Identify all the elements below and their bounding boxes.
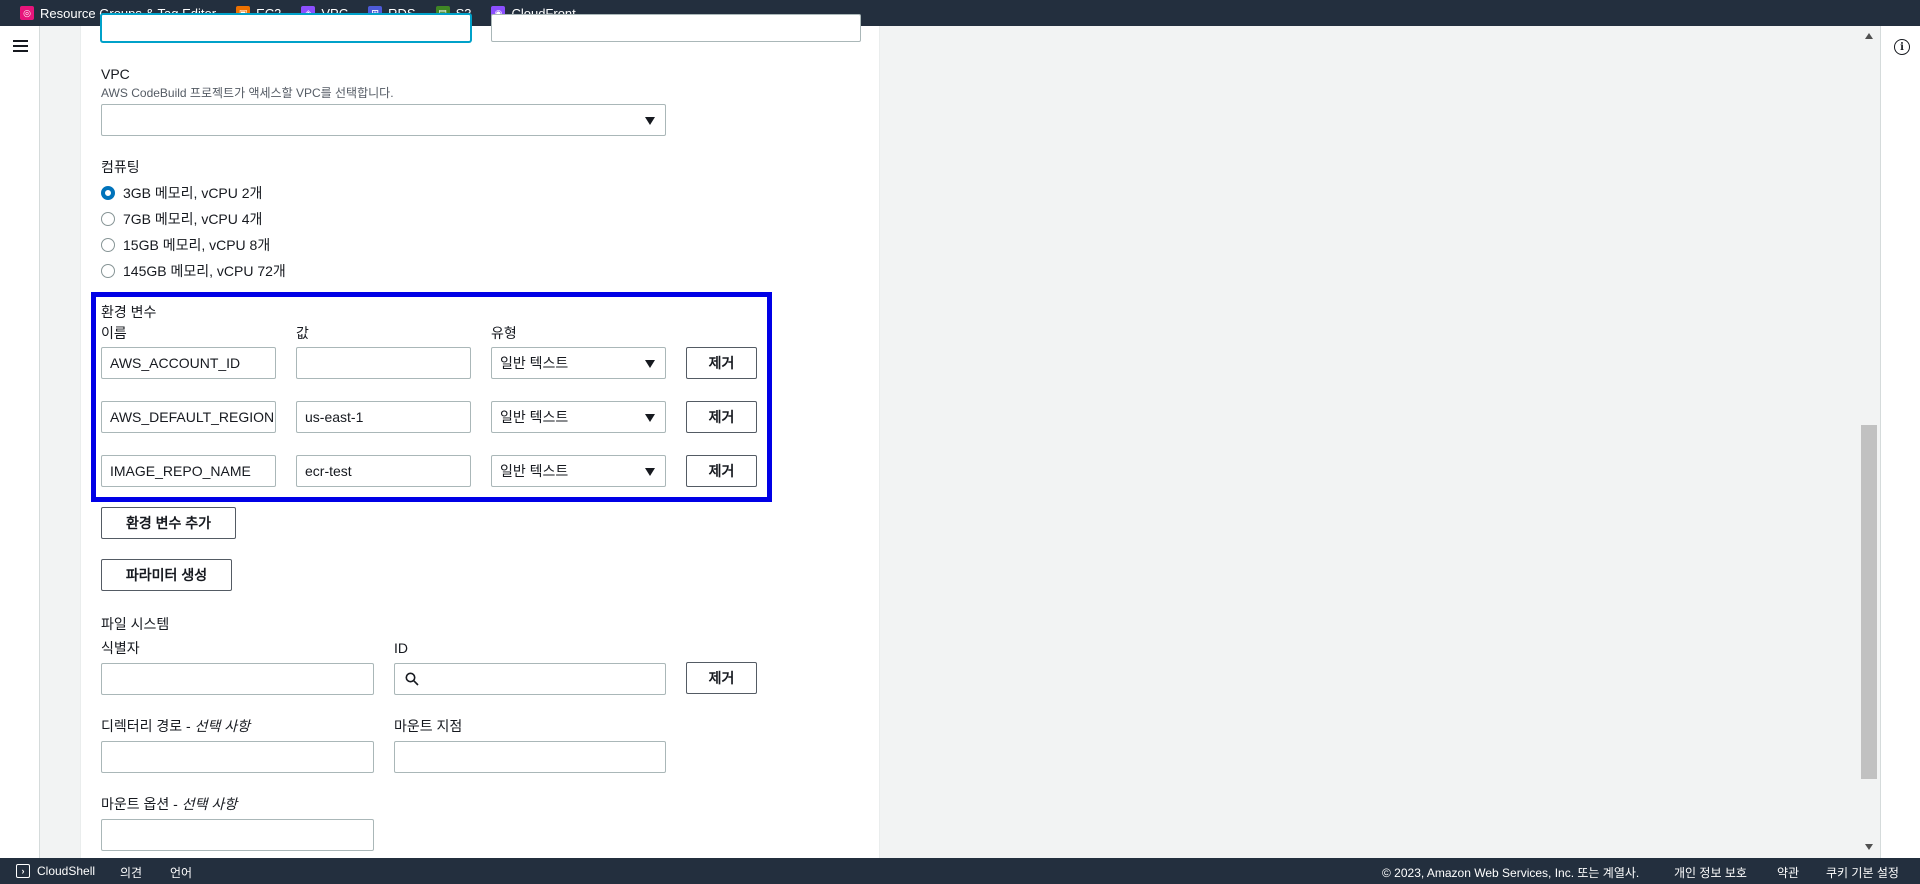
left-nav-strip xyxy=(0,26,40,858)
vpc-select[interactable] xyxy=(101,104,666,136)
right-tools-strip: i xyxy=(1880,26,1920,858)
terms-link[interactable]: 약관 xyxy=(1777,864,1799,881)
menu-icon[interactable] xyxy=(13,40,28,52)
compute-label: 컴퓨팅 xyxy=(101,159,140,175)
compute-option-label: 7GB 메모리, vCPU 4개 xyxy=(123,211,263,227)
mount-options-label-text: 마운트 옵션 - xyxy=(101,796,178,812)
identifier-input[interactable] xyxy=(101,663,374,695)
compute-option-label: 15GB 메모리, vCPU 8개 xyxy=(123,237,271,253)
security-group-secondary-input[interactable] xyxy=(491,14,861,42)
search-icon xyxy=(405,672,419,686)
radio-button[interactable] xyxy=(101,238,115,252)
identifier-label: 식별자 xyxy=(101,640,140,656)
add-env-var-button[interactable]: 환경 변수 추가 xyxy=(101,507,236,539)
optional-hint: 선택 사항 xyxy=(194,718,251,734)
highlight-box xyxy=(91,292,772,502)
radio-button-checked[interactable] xyxy=(101,186,115,200)
remove-filesystem-button[interactable]: 제거 xyxy=(686,662,757,694)
mount-options-input[interactable] xyxy=(101,819,374,851)
mount-options-label: 마운트 옵션 - 선택 사항 xyxy=(101,794,237,814)
scroll-down-arrow-icon[interactable] xyxy=(1865,844,1873,850)
mount-point-input[interactable] xyxy=(394,741,666,773)
vpc-description: AWS CodeBuild 프로젝트가 액세스할 VPC를 선택합니다. xyxy=(101,86,394,100)
resource-groups-icon: ◎ xyxy=(20,6,34,20)
cloudshell-link[interactable]: CloudShell xyxy=(37,864,95,878)
scrollbar[interactable] xyxy=(1859,26,1880,858)
compute-option-7gb[interactable]: 7GB 메모리, vCPU 4개 xyxy=(101,209,262,229)
privacy-link[interactable]: 개인 정보 보호 xyxy=(1674,864,1747,881)
create-parameter-button[interactable]: 파라미터 생성 xyxy=(101,559,232,591)
directory-path-label: 디렉터리 경로 - 선택 사항 xyxy=(101,716,250,736)
compute-option-15gb[interactable]: 15GB 메모리, vCPU 8개 xyxy=(101,235,270,255)
compute-option-3gb[interactable]: 3GB 메모리, vCPU 2개 xyxy=(101,183,262,203)
caret-down-icon xyxy=(645,117,655,125)
radio-button[interactable] xyxy=(101,264,115,278)
directory-path-input[interactable] xyxy=(101,741,374,773)
info-icon[interactable]: i xyxy=(1894,39,1910,55)
fs-id-label: ID xyxy=(394,640,408,656)
fs-id-search-input[interactable] xyxy=(394,663,666,695)
vpc-label: VPC xyxy=(101,66,130,82)
compute-option-label: 145GB 메모리, vCPU 72개 xyxy=(123,263,286,279)
compute-option-145gb[interactable]: 145GB 메모리, vCPU 72개 xyxy=(101,261,286,281)
copyright-text: © 2023, Amazon Web Services, Inc. 또는 계열사… xyxy=(1382,866,1640,880)
cloudshell-icon[interactable]: › xyxy=(16,864,30,878)
radio-button[interactable] xyxy=(101,212,115,226)
scroll-thumb[interactable] xyxy=(1861,425,1877,779)
mount-point-label: 마운트 지점 xyxy=(394,718,463,734)
security-group-input[interactable] xyxy=(101,14,471,42)
optional-hint: 선택 사항 xyxy=(181,796,238,812)
cookie-preferences-link[interactable]: 쿠키 기본 설정 xyxy=(1826,864,1899,881)
footer: › CloudShell 의견 언어 © 2023, Amazon Web Se… xyxy=(0,858,1920,884)
compute-option-label: 3GB 메모리, vCPU 2개 xyxy=(123,185,263,201)
language-link[interactable]: 언어 xyxy=(170,864,192,881)
feedback-link[interactable]: 의견 xyxy=(120,864,142,881)
directory-path-label-text: 디렉터리 경로 - xyxy=(101,718,191,734)
scroll-up-arrow-icon[interactable] xyxy=(1865,33,1873,39)
filesystem-title: 파일 시스템 xyxy=(101,616,170,632)
